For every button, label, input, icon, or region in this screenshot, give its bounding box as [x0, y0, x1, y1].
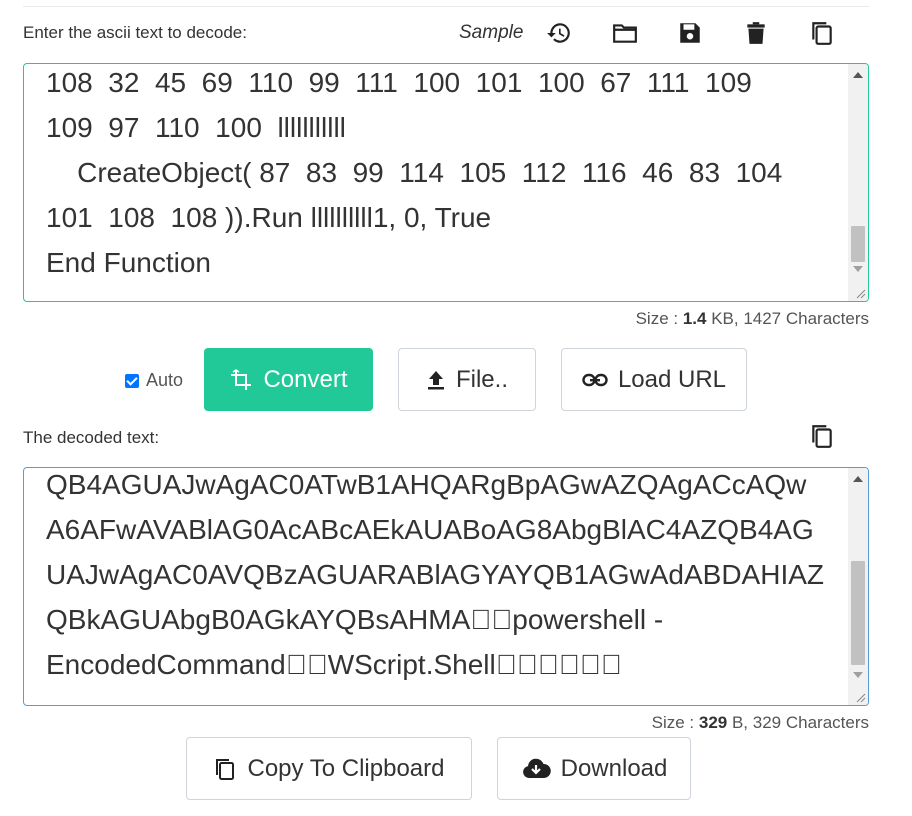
trash-icon	[747, 22, 765, 44]
crop-convert-icon	[231, 368, 252, 390]
save-button[interactable]	[674, 17, 706, 49]
history-icon	[547, 23, 570, 43]
copy-to-clipboard-button[interactable]: Copy To Clipboard	[186, 737, 472, 800]
save-icon	[680, 23, 700, 43]
input-label: Enter the ascii text to decode:	[23, 23, 247, 42]
clear-button[interactable]	[740, 17, 772, 49]
download-label: Download	[560, 754, 668, 782]
load-url-label: Load URL	[617, 365, 727, 393]
copy-output-button[interactable]	[806, 420, 838, 452]
history-button[interactable]	[543, 17, 575, 49]
output-textarea[interactable]: QB4AGUAJwAgAC0ATwB1AHQARgBpAGwAZQAgACcAQ…	[23, 467, 869, 706]
input-scroll-thumb[interactable]	[851, 226, 865, 262]
scroll-down-icon[interactable]	[853, 266, 863, 272]
download-button[interactable]: Download	[497, 737, 691, 800]
scroll-down-icon[interactable]	[853, 672, 863, 678]
top-divider	[23, 6, 869, 7]
input-scrollbar[interactable]	[848, 64, 868, 301]
file-button[interactable]: File..	[398, 348, 536, 411]
input-size-value: 1.4	[682, 309, 707, 328]
copy-icon	[216, 758, 235, 780]
load-url-button[interactable]: Load URL	[561, 348, 747, 411]
upload-icon	[427, 370, 444, 389]
auto-toggle[interactable]: Auto	[125, 370, 183, 391]
scroll-up-icon[interactable]	[853, 476, 863, 482]
convert-label: Convert	[263, 365, 348, 393]
input-size-prefix: Size :	[635, 309, 683, 328]
copy-label: Copy To Clipboard	[247, 754, 445, 782]
output-scrollbar[interactable]	[848, 468, 868, 705]
resize-grip-icon[interactable]	[854, 691, 866, 703]
copy-icon	[812, 425, 832, 448]
copy-icon	[812, 22, 832, 45]
input-text: 108 32 45 69 110 99 111 100 101 100 67 1…	[46, 67, 783, 278]
sample-link[interactable]: Sample	[459, 22, 523, 44]
copy-input-button[interactable]	[806, 17, 838, 49]
output-size-prefix: Size :	[651, 713, 699, 732]
auto-checkbox[interactable]	[125, 373, 139, 388]
output-text: QB4AGUAJwAgAC0ATwB1AHQARgBpAGwAZQAgACcAQ…	[46, 469, 825, 680]
output-label: The decoded text:	[23, 428, 160, 447]
scroll-up-icon[interactable]	[853, 72, 863, 78]
convert-button[interactable]: Convert	[204, 348, 373, 411]
output-size-suffix: B, 329 Characters	[727, 713, 869, 732]
folder-open-icon	[613, 24, 637, 43]
cloud-download-icon	[522, 758, 551, 778]
resize-grip-icon[interactable]	[854, 287, 866, 299]
output-size-value: 329	[698, 713, 728, 732]
output-scroll-thumb[interactable]	[851, 561, 865, 665]
open-folder-button[interactable]	[609, 17, 641, 49]
input-size-suffix: KB, 1427 Characters	[706, 309, 869, 328]
file-label: File..	[455, 365, 508, 393]
output-size-info: Size : 329 B, 329 Characters	[652, 713, 869, 733]
input-textarea[interactable]: 108 32 45 69 110 99 111 100 101 100 67 1…	[23, 63, 869, 302]
auto-label: Auto	[146, 370, 184, 390]
link-icon	[582, 373, 608, 386]
input-size-info: Size : 1.4 KB, 1427 Characters	[636, 309, 869, 329]
